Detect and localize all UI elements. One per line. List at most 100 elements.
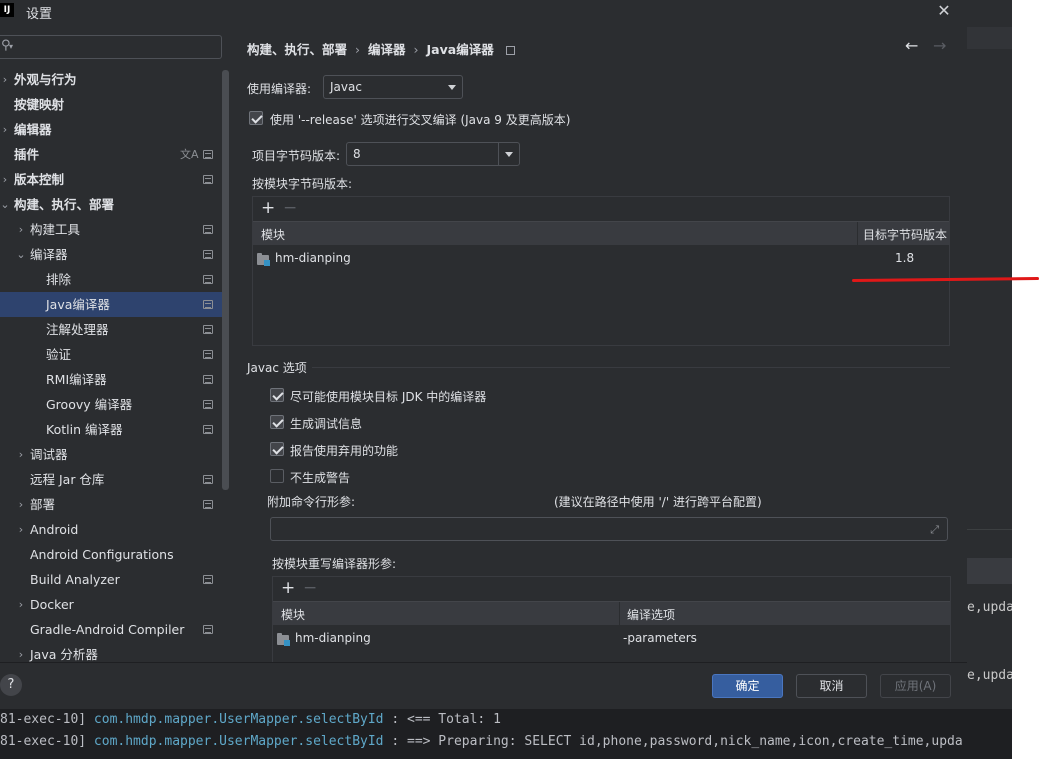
cmd-args-label: 附加命令行形参: — [267, 495, 356, 509]
table-toolbar: + − — [273, 577, 950, 601]
cmd-args-hint: (建议在路径中使用 '/' 进行跨平台配置) — [554, 495, 762, 509]
ok-button[interactable]: 确定 — [712, 674, 783, 698]
sidebar-item[interactable]: RMI编译器 — [0, 367, 222, 392]
sidebar-item[interactable]: › 部署 — [0, 492, 222, 517]
column-header-compile-options[interactable]: 编译选项 — [627, 606, 675, 623]
sidebar-item-label: RMI编译器 — [46, 372, 107, 387]
sidebar-item[interactable]: 注解处理器 — [0, 317, 222, 342]
apply-button[interactable]: 应用(A) — [880, 674, 951, 698]
sidebar-item[interactable]: 插件 文A — [0, 142, 222, 167]
add-icon[interactable]: + — [281, 578, 295, 598]
bytecode-version-select[interactable]: 8 — [346, 142, 520, 166]
chevron-right-icon[interactable]: › — [16, 217, 26, 242]
sidebar-item[interactable]: › Java 分析器 — [0, 642, 222, 662]
javac-option-checkbox[interactable] — [270, 415, 284, 429]
project-scope-icon — [505, 46, 515, 55]
sidebar-item[interactable]: 按键映射 — [0, 92, 222, 117]
settings-content: 构建、执行、部署 › 编译器 › Java编译器 ← → 使用编译器: Javac 使用… — [230, 22, 967, 662]
column-header-module[interactable]: 模块 — [261, 226, 285, 243]
sidebar-item[interactable]: ⌄ 编译器 — [0, 242, 222, 267]
section-divider — [312, 367, 950, 368]
project-scope-icon — [203, 250, 213, 259]
project-scope-icon — [203, 150, 213, 159]
sidebar-item-label: Build Analyzer — [30, 572, 120, 587]
remove-icon[interactable]: − — [283, 198, 297, 218]
sidebar-item-label: 插件 — [14, 147, 40, 162]
sidebar-item-label: 部署 — [30, 497, 56, 512]
chevron-right-icon[interactable]: › — [16, 592, 26, 617]
javac-option-checkbox[interactable] — [270, 442, 284, 456]
sidebar-item[interactable]: › 外观与行为 — [0, 67, 222, 92]
chevron-down-icon[interactable]: ⌄ — [16, 242, 26, 267]
chevron-right-icon[interactable]: › — [16, 492, 26, 517]
sidebar-item[interactable]: › 构建工具 — [0, 217, 222, 242]
project-scope-icon — [203, 300, 213, 309]
project-scope-icon — [203, 475, 213, 484]
back-arrow-icon[interactable]: ← — [905, 36, 918, 55]
sidebar-item[interactable]: Build Analyzer — [0, 567, 222, 592]
desktop-margin — [1012, 0, 1040, 759]
project-scope-icon — [203, 375, 213, 384]
table-row[interactable]: hm-dianping 1.8 — [253, 247, 949, 271]
sidebar-item[interactable]: Gradle-Android Compiler — [0, 617, 222, 642]
help-button[interactable]: ? — [0, 674, 22, 696]
sidebar-item-label: Groovy 编译器 — [46, 397, 133, 412]
column-header-target-version[interactable]: 目标字节码版本 — [863, 226, 947, 243]
add-icon[interactable]: + — [261, 198, 275, 218]
settings-search-input[interactable]: ⚲ ▾ — [0, 35, 222, 59]
table-row[interactable]: hm-dianping -parameters — [273, 627, 950, 651]
sidebar-item[interactable]: Android Configurations — [0, 542, 222, 567]
remove-icon[interactable]: − — [303, 578, 317, 598]
javac-option-checkbox[interactable] — [270, 469, 284, 483]
chevron-right-icon[interactable]: › — [0, 117, 10, 142]
project-scope-icon — [203, 350, 213, 359]
sidebar-item[interactable]: › Docker — [0, 592, 222, 617]
project-scope-icon — [203, 575, 213, 584]
sidebar-item[interactable]: Java编译器 — [0, 292, 222, 317]
override-label: 按模块重写编译器形参: — [272, 557, 397, 571]
sidebar-item-label: 排除 — [46, 272, 72, 287]
settings-sidebar: ⚲ ▾ › 外观与行为 按键映射 › 编辑器 插件 文A › 版本控制 ⌄ 构建、执行、部署 › 构建工… — [0, 22, 230, 662]
project-scope-icon — [203, 175, 213, 184]
chevron-right-icon[interactable]: › — [0, 67, 10, 92]
scrollbar-thumb[interactable] — [222, 70, 229, 490]
sidebar-item[interactable]: ⌄ 构建、执行、部署 — [0, 192, 222, 217]
sidebar-item-label: 按键映射 — [14, 97, 65, 112]
chevron-down-icon[interactable]: ⌄ — [0, 192, 10, 217]
ide-divider — [967, 529, 1012, 530]
forward-arrow-icon[interactable]: → — [933, 36, 946, 55]
sidebar-item[interactable]: Groovy 编译器 — [0, 392, 222, 417]
close-icon[interactable]: ✕ — [934, 0, 954, 22]
sidebar-item[interactable]: 排除 — [0, 267, 222, 292]
breadcrumb-item[interactable]: 编译器 — [368, 42, 406, 57]
release-option-checkbox[interactable] — [249, 111, 263, 125]
sidebar-scrollbar[interactable] — [222, 22, 230, 662]
sidebar-item[interactable]: › 调试器 — [0, 442, 222, 467]
chevron-right-icon[interactable]: › — [16, 517, 26, 542]
project-scope-icon — [203, 625, 213, 634]
chevron-right-icon[interactable]: › — [16, 642, 26, 662]
expand-icon[interactable]: ⤢ — [930, 523, 939, 537]
chevron-right-icon[interactable]: › — [16, 442, 26, 467]
sidebar-item[interactable]: › 编辑器 — [0, 117, 222, 142]
sidebar-item[interactable]: Kotlin 编译器 — [0, 417, 222, 442]
sidebar-item[interactable]: › 版本控制 — [0, 167, 222, 192]
sidebar-item-label: 构建工具 — [30, 222, 81, 237]
sidebar-item[interactable]: › Android — [0, 517, 222, 542]
javac-option-checkbox[interactable] — [270, 388, 284, 402]
column-header-module[interactable]: 模块 — [281, 606, 305, 623]
cancel-button[interactable]: 取消 — [796, 674, 867, 698]
sidebar-item-label: 外观与行为 — [14, 72, 77, 87]
compiler-select[interactable]: Javac — [323, 75, 463, 99]
sidebar-item-label: Kotlin 编译器 — [46, 422, 123, 437]
cmd-args-input[interactable]: ⤢ — [270, 517, 948, 541]
sidebar-item-label: Java 分析器 — [30, 647, 98, 662]
breadcrumb-item[interactable]: 构建、执行、部署 — [247, 42, 347, 57]
compile-options-value[interactable]: -parameters — [623, 631, 697, 645]
sidebar-item[interactable]: 验证 — [0, 342, 222, 367]
sidebar-item[interactable]: 远程 Jar 仓库 — [0, 467, 222, 492]
chevron-right-icon[interactable]: › — [0, 167, 10, 192]
target-version[interactable]: 1.8 — [895, 251, 914, 265]
breadcrumb-item: Java编译器 — [426, 42, 494, 57]
sidebar-item-label: 注解处理器 — [46, 322, 109, 337]
